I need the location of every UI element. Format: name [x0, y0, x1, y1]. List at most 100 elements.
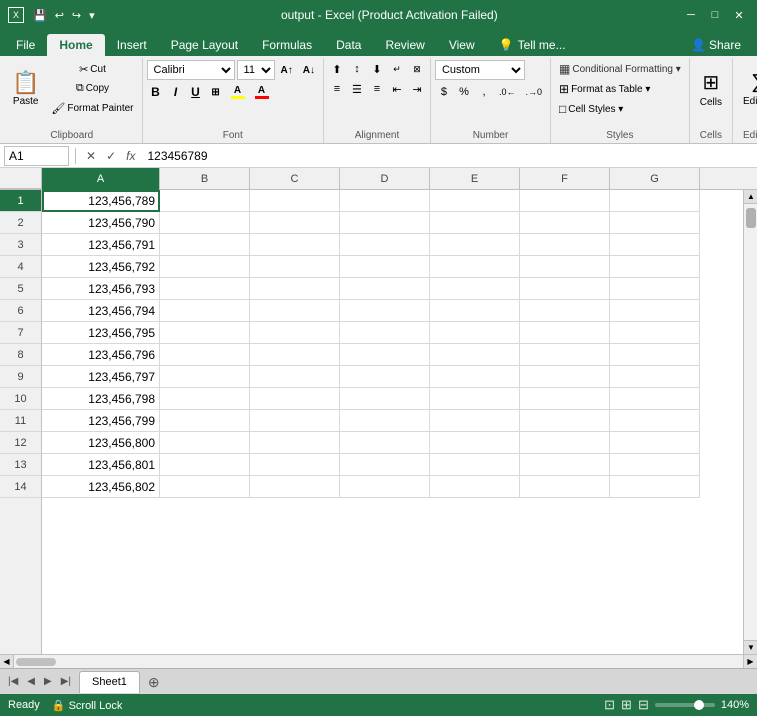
cell-g1[interactable] [610, 190, 700, 212]
h-scroll-thumb[interactable] [16, 658, 56, 666]
cell-g4[interactable] [610, 256, 700, 278]
cell-f6[interactable] [520, 300, 610, 322]
confirm-formula-button[interactable]: ✓ [102, 146, 120, 166]
merge-button[interactable]: ⊠ [408, 60, 426, 78]
cell-e5[interactable] [430, 278, 520, 300]
cell-a10[interactable]: 123,456,798 [42, 388, 160, 410]
cell-b1[interactable] [160, 190, 250, 212]
cell-e7[interactable] [430, 322, 520, 344]
cell-c8[interactable] [250, 344, 340, 366]
cell-f2[interactable] [520, 212, 610, 234]
normal-view-button[interactable]: ⊡ [604, 697, 615, 713]
cell-d12[interactable] [340, 432, 430, 454]
cell-c6[interactable] [250, 300, 340, 322]
row-num-5[interactable]: 5 [0, 278, 41, 300]
last-sheet-button[interactable]: ▶| [57, 674, 75, 689]
conditional-formatting-button[interactable]: ▦ Conditional Formatting ▾ [555, 60, 685, 78]
row-num-6[interactable]: 6 [0, 300, 41, 322]
tab-formulas[interactable]: Formulas [250, 34, 324, 56]
cell-g5[interactable] [610, 278, 700, 300]
cell-c11[interactable] [250, 410, 340, 432]
cell-b6[interactable] [160, 300, 250, 322]
cells-button[interactable]: ⊞ Cells [694, 60, 728, 118]
editing-button[interactable]: ∑ Editing [737, 60, 757, 118]
tab-data[interactable]: Data [324, 34, 373, 56]
cell-g7[interactable] [610, 322, 700, 344]
first-sheet-button[interactable]: |◀ [4, 674, 22, 689]
cell-g14[interactable] [610, 476, 700, 498]
prev-sheet-button[interactable]: ◀ [23, 674, 39, 689]
border-button[interactable]: ⊞ [207, 82, 225, 102]
cell-g6[interactable] [610, 300, 700, 322]
cell-e13[interactable] [430, 454, 520, 476]
cell-b13[interactable] [160, 454, 250, 476]
cell-reference-box[interactable]: A1 [4, 146, 69, 166]
row-num-2[interactable]: 2 [0, 212, 41, 234]
scroll-thumb[interactable] [746, 208, 756, 228]
zoom-thumb[interactable] [694, 700, 704, 710]
format-as-table-button[interactable]: ⊞ Format as Table ▾ [555, 80, 685, 98]
zoom-slider[interactable] [655, 703, 715, 707]
scroll-up-button[interactable]: ▲ [744, 190, 757, 204]
tab-home[interactable]: Home [47, 34, 104, 56]
col-header-b[interactable]: B [160, 168, 250, 190]
scroll-track[interactable] [744, 204, 757, 640]
insert-function-button[interactable]: fx [122, 146, 139, 166]
align-right-button[interactable]: ≡ [368, 80, 386, 98]
cell-f14[interactable] [520, 476, 610, 498]
scroll-down-button[interactable]: ▼ [744, 640, 757, 654]
cell-f1[interactable] [520, 190, 610, 212]
row-num-1[interactable]: 1 [0, 190, 41, 212]
cell-f5[interactable] [520, 278, 610, 300]
cell-c14[interactable] [250, 476, 340, 498]
row-num-11[interactable]: 11 [0, 410, 41, 432]
col-header-a[interactable]: A [42, 168, 160, 190]
cell-a2[interactable]: 123,456,790 [42, 212, 160, 234]
save-button[interactable]: 💾 [30, 7, 50, 24]
cell-e3[interactable] [430, 234, 520, 256]
cell-e9[interactable] [430, 366, 520, 388]
tab-tell-me[interactable]: 💡 Tell me... [487, 34, 578, 56]
cell-a9[interactable]: 123,456,797 [42, 366, 160, 388]
cell-a13[interactable]: 123,456,801 [42, 454, 160, 476]
redo-button[interactable]: ↪ [69, 7, 84, 24]
cell-c10[interactable] [250, 388, 340, 410]
row-num-13[interactable]: 13 [0, 454, 41, 476]
vertical-scrollbar[interactable]: ▲ ▼ [743, 190, 757, 654]
cell-a5[interactable]: 123,456,793 [42, 278, 160, 300]
align-top-button[interactable]: ⬆ [328, 60, 346, 78]
cell-e4[interactable] [430, 256, 520, 278]
cell-e1[interactable] [430, 190, 520, 212]
cell-a6[interactable]: 123,456,794 [42, 300, 160, 322]
cell-a8[interactable]: 123,456,796 [42, 344, 160, 366]
cell-b12[interactable] [160, 432, 250, 454]
cell-f13[interactable] [520, 454, 610, 476]
cell-f3[interactable] [520, 234, 610, 256]
cell-c2[interactable] [250, 212, 340, 234]
cell-a11[interactable]: 123,456,799 [42, 410, 160, 432]
cut-button[interactable]: ✂ Cut [47, 61, 137, 79]
next-sheet-button[interactable]: ▶ [40, 674, 56, 689]
cell-c4[interactable] [250, 256, 340, 278]
font-name-select[interactable]: Calibri [147, 60, 235, 80]
tab-view[interactable]: View [437, 34, 487, 56]
cell-g10[interactable] [610, 388, 700, 410]
row-num-10[interactable]: 10 [0, 388, 41, 410]
cell-f10[interactable] [520, 388, 610, 410]
fill-color-button[interactable]: A [227, 82, 249, 102]
cell-g12[interactable] [610, 432, 700, 454]
cell-e14[interactable] [430, 476, 520, 498]
cell-a12[interactable]: 123,456,800 [42, 432, 160, 454]
cell-a4[interactable]: 123,456,792 [42, 256, 160, 278]
col-header-d[interactable]: D [340, 168, 430, 190]
cell-f4[interactable] [520, 256, 610, 278]
cell-f7[interactable] [520, 322, 610, 344]
close-button[interactable]: ✕ [729, 5, 749, 25]
align-middle-button[interactable]: ↕ [348, 60, 366, 78]
col-header-e[interactable]: E [430, 168, 520, 190]
cell-g11[interactable] [610, 410, 700, 432]
cell-e6[interactable] [430, 300, 520, 322]
cell-a14[interactable]: 123,456,802 [42, 476, 160, 498]
cell-e10[interactable] [430, 388, 520, 410]
cell-c1[interactable] [250, 190, 340, 212]
